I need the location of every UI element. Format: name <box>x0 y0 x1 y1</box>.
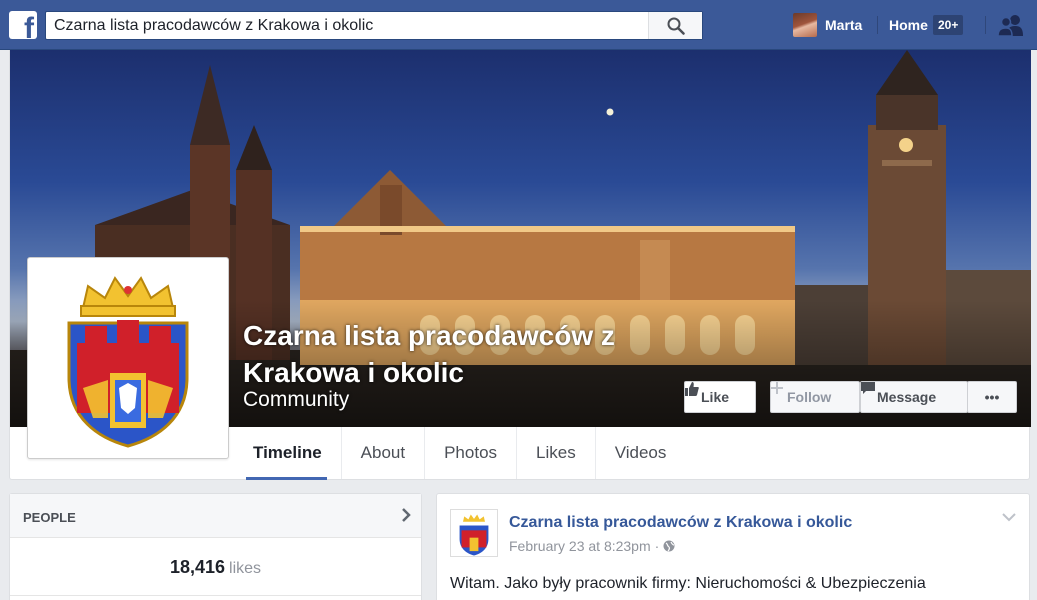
page-header-card: Czarna lista pracodawców z Krakowa i oko… <box>9 50 1031 480</box>
tab-photos[interactable]: Photos <box>425 427 518 479</box>
nav-divider <box>985 16 986 34</box>
people-title: PEOPLE <box>23 510 76 525</box>
message-button[interactable]: Message <box>860 381 968 413</box>
post-meta: February 23 at 8:23pm · <box>509 538 675 554</box>
globe-icon[interactable] <box>663 540 675 552</box>
more-dots-icon: ••• <box>984 389 1000 405</box>
like-button[interactable]: Like <box>684 381 756 413</box>
friend-requests-icon[interactable] <box>998 14 1024 36</box>
likes-label: likes <box>229 560 262 577</box>
divider <box>10 595 421 596</box>
chevron-right-icon <box>402 508 411 522</box>
follow-button[interactable]: Follow <box>770 381 860 413</box>
profile-link[interactable]: Marta <box>793 13 862 37</box>
tab-about[interactable]: About <box>342 427 426 479</box>
krakow-coat-of-arms-icon <box>459 514 489 556</box>
more-options-button[interactable]: ••• <box>967 381 1017 413</box>
search-icon <box>667 17 685 35</box>
page-category[interactable]: Community <box>243 388 349 412</box>
top-navigation-bar: f Marta Home 20+ <box>0 0 1037 50</box>
tab-timeline[interactable]: Timeline <box>234 427 342 480</box>
nav-divider <box>877 16 878 34</box>
page-title[interactable]: Czarna lista pracodawców z Krakowa i oko… <box>243 317 663 391</box>
search-input[interactable] <box>46 12 649 39</box>
post-card: Czarna lista pracodawców z Krakowa i oko… <box>436 493 1030 600</box>
tab-videos[interactable]: Videos <box>596 427 686 479</box>
post-avatar[interactable] <box>450 509 498 557</box>
user-name: Marta <box>825 17 863 33</box>
search-box <box>45 11 703 40</box>
separator-dot: · <box>654 538 660 554</box>
people-header[interactable]: PEOPLE <box>10 494 421 538</box>
krakow-coat-of-arms-icon <box>67 276 189 448</box>
people-card: PEOPLE 18,416 likes <box>9 493 422 600</box>
post-author-link[interactable]: Czarna lista pracodawców z Krakowa i oko… <box>509 514 852 532</box>
likes-summary[interactable]: 18,416 likes <box>10 557 421 578</box>
follow-label: Follow <box>787 389 832 405</box>
likes-count: 18,416 <box>169 557 226 577</box>
facebook-logo-icon[interactable]: f <box>9 11 37 39</box>
message-label: Message <box>877 389 937 405</box>
home-link[interactable]: Home <box>889 17 928 33</box>
notification-badge[interactable]: 20+ <box>933 15 964 35</box>
chevron-down-icon[interactable] <box>1002 512 1016 522</box>
tab-likes[interactable]: Likes <box>517 427 596 479</box>
post-body-text: Witam. Jako były pracownik firmy: Nieruc… <box>450 575 926 592</box>
like-label: Like <box>701 389 730 405</box>
page-tabs: Timeline About Photos Likes Videos <box>234 427 686 480</box>
profile-picture[interactable] <box>27 257 229 459</box>
avatar <box>793 13 817 37</box>
post-timestamp[interactable]: February 23 at 8:23pm <box>509 538 651 554</box>
search-button[interactable] <box>648 12 702 39</box>
